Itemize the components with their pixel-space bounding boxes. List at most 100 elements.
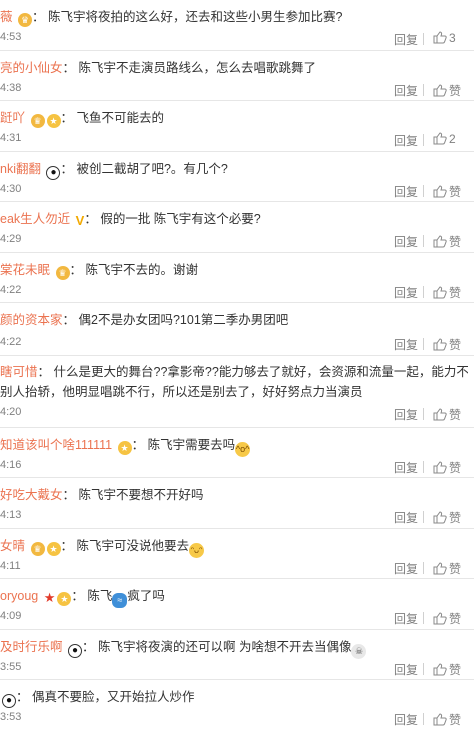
divider <box>423 511 424 523</box>
thumbs-up-icon <box>433 562 447 575</box>
comment-item: 薇 ♛： 陈飞宇将夜拍的这么好，还去和这些小男生参加比赛? 4:53 回复 3 <box>0 0 474 51</box>
comment-username[interactable]: 跹吖 <box>0 111 25 125</box>
comment-item: 棠花未眠 ♛： 陈飞宇不去的。谢谢 4:22 回复 赞 <box>0 253 474 303</box>
comment-time: 4:30 <box>0 183 22 195</box>
comment-username[interactable]: eak生人勿近 <box>0 212 70 226</box>
comment-line: nki翻翻 ●： 被创二截胡了吧?。有几个? <box>0 162 228 180</box>
like-button[interactable]: 赞 <box>433 610 461 627</box>
comment-username[interactable]: 棠花未眠 <box>0 263 50 277</box>
reply-button[interactable]: 回复 <box>394 406 418 423</box>
reply-button[interactable]: 回复 <box>394 661 418 678</box>
vip-badge-icon: ♛ <box>55 266 70 280</box>
like-button[interactable]: 赞 <box>433 336 461 353</box>
crown-badge-icon: ★ <box>46 114 61 128</box>
comment-item: 及时行乐啊 ●： 陈飞宇将夜演的还可以啊 为啥想不开去当偶像 ☠ 3:55 回复 … <box>0 630 474 680</box>
thumbs-up-icon <box>433 408 447 421</box>
comment-username[interactable]: 瞎可惜 <box>0 365 38 379</box>
like-button[interactable]: 赞 <box>433 233 461 250</box>
comment-item: 颜的资本家： 偶2不是办女团吗?101第二季办男团吧 4:22 回复 赞 <box>0 303 474 356</box>
reply-button[interactable]: 回复 <box>394 183 418 200</box>
comment-text: 陈飞宇不去的。谢谢 <box>85 263 199 277</box>
like-button[interactable]: 赞 <box>433 284 461 301</box>
like-button[interactable]: 赞 <box>433 459 461 476</box>
reply-button[interactable]: 回复 <box>394 336 418 353</box>
reply-button[interactable]: 回复 <box>394 509 418 526</box>
like-button[interactable]: 3 <box>433 31 456 45</box>
comment-username[interactable]: 颜的资本家 <box>0 313 63 327</box>
like-label: 赞 <box>449 84 462 98</box>
comment-text: 偶2不是办女团吗?101第二季办男团吧 <box>78 313 289 327</box>
like-button[interactable]: 赞 <box>433 661 461 678</box>
thumbs-up-icon <box>433 84 447 97</box>
comment-username[interactable]: 知道该叫个啥111111 <box>0 438 112 452</box>
crown-badge-icon: ★ <box>57 592 72 606</box>
reply-button[interactable]: 回复 <box>394 233 418 250</box>
comment-line: 知道该叫个啥111111 ★： 陈飞宇需要去吗^o^ <box>0 435 468 457</box>
comment-text: 陈飞宇将夜拍的这么好，还去和这些小男生参加比赛? <box>48 10 343 24</box>
like-button[interactable]: 赞 <box>433 711 461 728</box>
like-label: 赞 <box>449 511 462 525</box>
like-label: 赞 <box>449 562 462 576</box>
comment-time: 4:09 <box>0 610 22 622</box>
like-button[interactable]: 赞 <box>433 509 461 526</box>
skull-emoji-icon: ☠ <box>351 644 367 659</box>
comment-item: 女晴 ♛ ★： 陈飞宇可没说他要去 ᵔᴗᵔ 4:11 回复 赞 <box>0 529 474 579</box>
comment-item: nki翻翻 ●： 被创二截胡了吧?。有几个? 4:30 回复 赞 <box>0 152 474 202</box>
comment-line: 好吃大戴女： 陈飞宇不要想不开好吗 <box>0 488 204 502</box>
like-label: 赞 <box>449 235 462 249</box>
comment-item: 好吃大戴女： 陈飞宇不要想不开好吗 4:13 回复 赞 <box>0 478 474 529</box>
like-label: 赞 <box>449 408 462 422</box>
comment-username[interactable]: 薇 <box>0 10 13 24</box>
vip-badge-icon: ♛ <box>30 114 45 128</box>
reply-button[interactable]: 回复 <box>394 711 418 728</box>
reply-button[interactable]: 回复 <box>394 459 418 476</box>
comment-username[interactable]: 亮的小仙女 <box>0 61 63 75</box>
comment-line-2: 别人抬轿，他明显唱跳不行，所以还是别去了，好好努点力当演员 <box>0 382 468 402</box>
comment-list: 薇 ♛： 陈飞宇将夜拍的这么好，还去和这些小男生参加比赛? 4:53 回复 3 … <box>0 0 474 737</box>
comment-text: 陈飞宇需要去吗 <box>147 438 236 452</box>
comment-username[interactable]: 好吃大戴女 <box>0 488 63 502</box>
like-count: 3 <box>449 31 456 45</box>
comment-time: 4:22 <box>0 284 22 296</box>
comment-line: oryoug ★ ★： 陈飞 ≈ 疯了吗 <box>0 586 468 608</box>
like-label: 赞 <box>449 713 462 727</box>
comment-line: 薇 ♛： 陈飞宇将夜拍的这么好，还去和这些小男生参加比赛? <box>0 10 343 27</box>
like-button[interactable]: 赞 <box>433 183 461 200</box>
comment-username[interactable]: nki翻翻 <box>0 162 41 176</box>
thumbs-up-icon <box>433 31 447 44</box>
comment-item: 跹吖 ♛ ★： 飞鱼不可能去的 4:31 回复 2 <box>0 101 474 152</box>
panda-badge-icon: ● <box>46 166 61 180</box>
comment-line: 瞎可惜： 什么是更大的舞台??拿影帝??能力够去了就好，会资源和流量一起，能力不… <box>0 362 468 382</box>
comment-line: 及时行乐啊 ●： 陈飞宇将夜演的还可以啊 为啥想不开去当偶像 ☠ <box>0 637 468 659</box>
comment-time: 4:20 <box>0 406 22 418</box>
comment-username[interactable]: oryoug <box>0 589 38 603</box>
like-label: 赞 <box>449 461 462 475</box>
divider <box>423 338 424 350</box>
like-button[interactable]: 赞 <box>433 406 461 423</box>
panda-badge-icon: ● <box>2 694 16 708</box>
comment-username[interactable]: 及时行乐啊 <box>0 640 63 654</box>
comment-text: 什么是更大的舞台??拿影帝??能力够去了就好，会资源和流量一起，能力不够 <box>53 365 468 379</box>
comment-username[interactable]: 女晴 <box>0 539 25 553</box>
reply-button[interactable]: 回复 <box>394 610 418 627</box>
comment-text: 陈飞宇可没说他要去 <box>76 539 190 553</box>
comment-line: 亮的小仙女： 陈飞宇不走演员路线么，怎么去唱歌跳舞了 <box>0 61 317 75</box>
like-button[interactable]: 2 <box>433 132 456 146</box>
comment-line: 女晴 ♛ ★： 陈飞宇可没说他要去 ᵔᴗᵔ <box>0 536 468 558</box>
thumbs-up-icon <box>433 338 447 351</box>
comment-time: 4:31 <box>0 132 22 144</box>
reply-button[interactable]: 回复 <box>394 82 418 99</box>
divider <box>423 235 424 247</box>
like-button[interactable]: 赞 <box>433 560 461 577</box>
comment-line: eak生人勿近 V： 假的一批 陈飞宇有这个必要? <box>0 212 261 228</box>
divider <box>423 562 424 574</box>
reply-button[interactable]: 回复 <box>394 284 418 301</box>
reply-button[interactable]: 回复 <box>394 132 418 149</box>
reply-button[interactable]: 回复 <box>394 560 418 577</box>
laughing-emoji-icon: ^o^ <box>235 442 251 457</box>
like-button[interactable]: 赞 <box>433 82 461 99</box>
smile-emoji-icon: ᵔᴗᵔ <box>189 543 205 558</box>
thumbs-up-icon <box>433 713 447 726</box>
reply-button[interactable]: 回复 <box>394 31 418 48</box>
fish-emoji-icon: ≈ <box>112 593 128 608</box>
